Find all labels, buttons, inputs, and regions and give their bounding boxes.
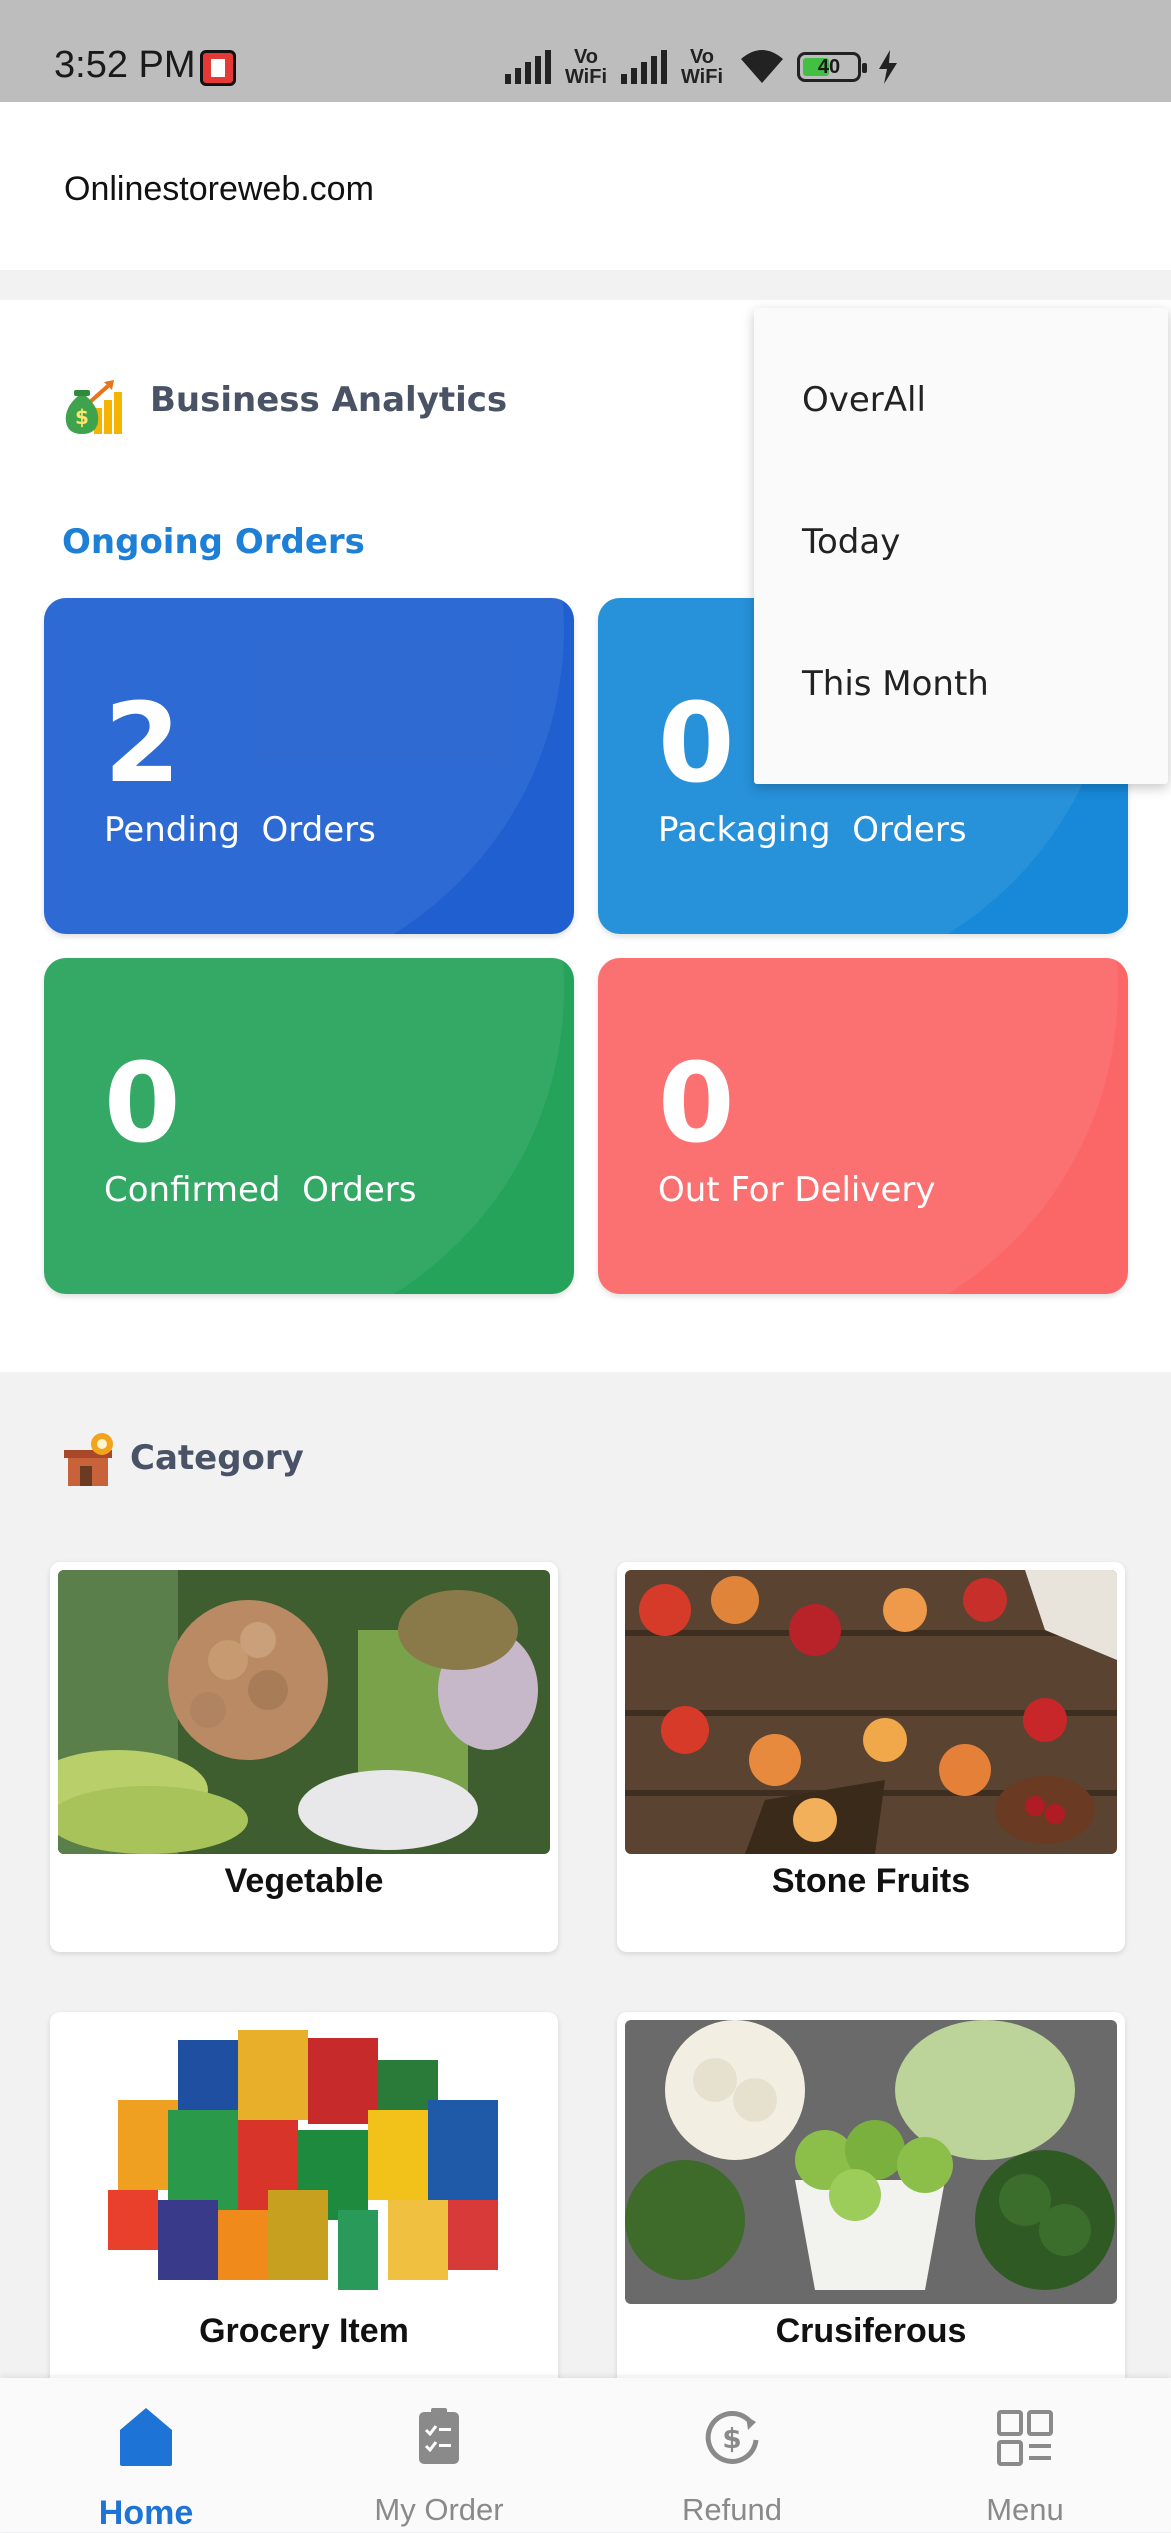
tile-count: 0 (658, 679, 735, 807)
nav-label: Home (98, 2494, 194, 2532)
menu-item-today[interactable]: Today (802, 522, 900, 562)
status-time: 3:52 PM (54, 44, 196, 86)
nav-label: Menu (986, 2492, 1064, 2527)
nav-refund[interactable]: $ Refund (586, 2378, 878, 2532)
grocery-item-image (58, 2020, 550, 2304)
category-card-grocery-item[interactable]: Grocery Item (50, 2012, 558, 2402)
nav-label: Refund (682, 2492, 782, 2527)
menu-item-this-month[interactable]: This Month (802, 664, 989, 704)
confirmed-orders-tile[interactable]: 0 Confirmed Orders (44, 958, 574, 1294)
home-icon (120, 2408, 172, 2466)
battery-icon: 40 (797, 52, 867, 82)
svg-text:$: $ (722, 2422, 741, 2455)
status-bar: 3:52 PM Vo WiFi Vo WiFi 40 (0, 0, 1171, 102)
status-icons: Vo WiFi Vo WiFi 40 (505, 42, 899, 92)
nav-my-order[interactable]: My Order (293, 2378, 585, 2532)
pending-orders-tile[interactable]: 2 Pending Orders (44, 598, 574, 934)
site-name: Onlinestoreweb.com (64, 170, 374, 208)
tile-count: 0 (658, 1039, 735, 1167)
tile-label: Packaging Orders (658, 810, 967, 850)
crusiferous-image (625, 2020, 1117, 2304)
store-category-icon (64, 1433, 113, 1486)
category-title: Category (130, 1438, 304, 1478)
battery-level: 40 (817, 55, 841, 78)
category-name: Stone Fruits (771, 1862, 971, 1900)
notification-app-icon (200, 50, 236, 86)
charging-icon (879, 50, 897, 84)
category-name: Crusiferous (775, 2312, 967, 2350)
grid-menu-icon (997, 2410, 1053, 2466)
stone-fruits-image (625, 1570, 1117, 1854)
category-card-vegetable[interactable]: Vegetable (50, 1562, 558, 1952)
nav-menu[interactable]: Menu (879, 2378, 1171, 2532)
category-card-crusiferous[interactable]: Crusiferous (617, 2012, 1125, 2402)
signal-icon (505, 50, 551, 84)
tile-label: Out For Delivery (658, 1170, 936, 1210)
section-title: Business Analytics (150, 380, 508, 420)
tile-count: 0 (104, 1039, 181, 1167)
filter-dropdown-menu: OverAll Today This Month (754, 308, 1168, 784)
category-name: Grocery Item (199, 2312, 409, 2350)
clipboard-icon (419, 2408, 459, 2464)
wifi-icon (741, 50, 783, 83)
nav-home[interactable]: Home (0, 2378, 292, 2532)
category-name: Vegetable (224, 1862, 384, 1900)
nav-label: My Order (374, 2492, 504, 2527)
svg-text:$: $ (75, 405, 89, 429)
refund-dollar-icon: $ (705, 2410, 759, 2464)
tile-label: Pending Orders (104, 810, 376, 850)
out-for-delivery-tile[interactable]: 0 Out For Delivery (598, 958, 1128, 1294)
signal-icon-2 (621, 50, 667, 84)
tile-label: Confirmed Orders (104, 1170, 417, 1210)
category-card-stone-fruits[interactable]: Stone Fruits (617, 1562, 1125, 1952)
menu-item-overall[interactable]: OverAll (802, 380, 926, 420)
vowifi-label-2: Vo WiFi (680, 46, 724, 88)
ongoing-orders-label: Ongoing Orders (62, 522, 365, 562)
vegetable-image (58, 1570, 550, 1854)
vowifi-label: Vo WiFi (564, 46, 608, 88)
tile-count: 2 (104, 679, 181, 807)
bottom-navigation: Home My Order $ Refund Menu (0, 2378, 1171, 2532)
app-header: Onlinestoreweb.com (0, 102, 1171, 270)
money-bag-chart-icon: $ (65, 380, 122, 434)
